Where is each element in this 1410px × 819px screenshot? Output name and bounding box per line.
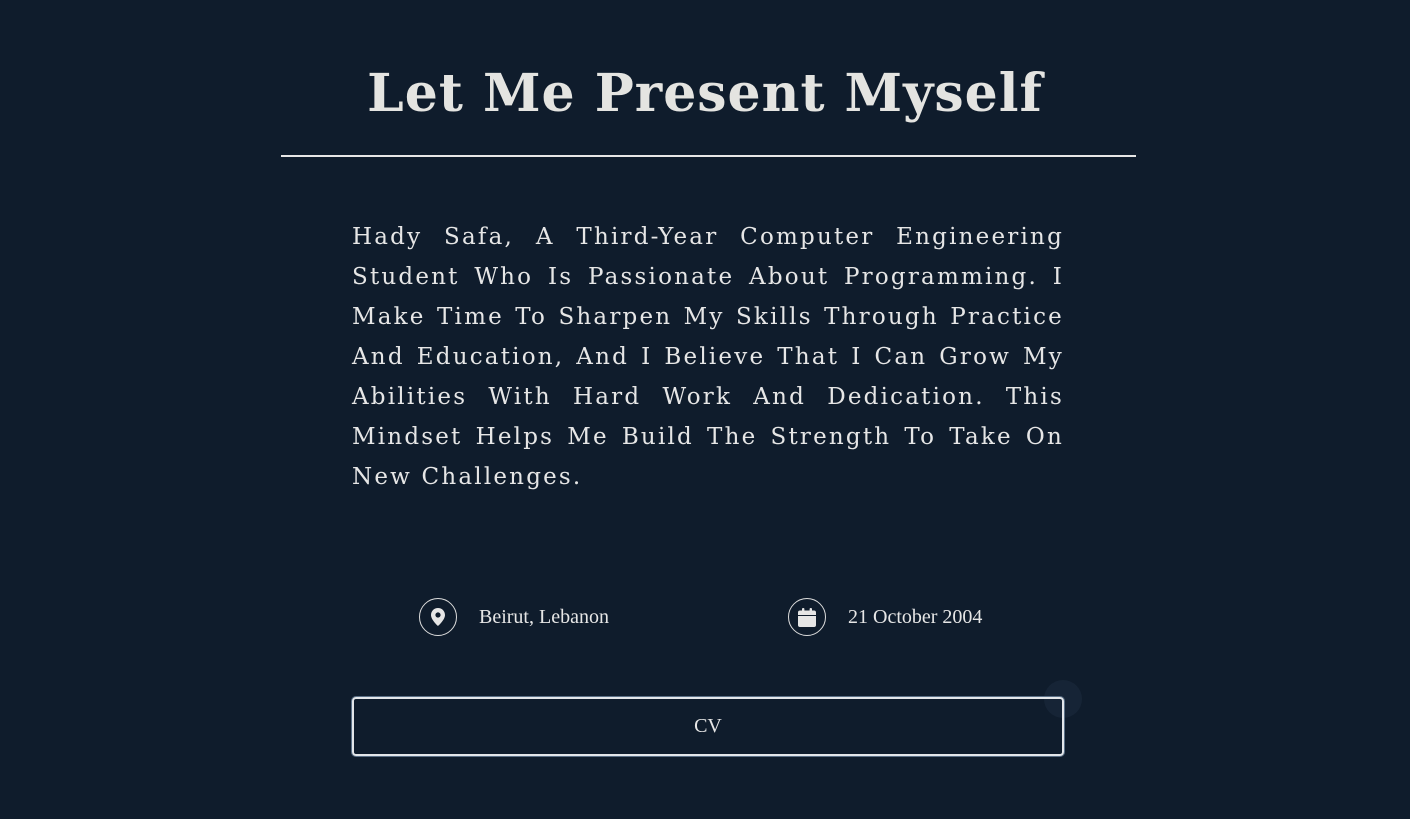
calendar-icon	[788, 598, 826, 636]
location-info: Beirut, Lebanon	[419, 597, 609, 637]
page-title: Let Me Present Myself	[367, 63, 1043, 124]
bio-paragraph: Hady Safa, A Third-Year Computer Enginee…	[352, 224, 1064, 490]
title-divider	[281, 155, 1136, 157]
birthday-text: 21 October 2004	[848, 605, 983, 628]
birthday-info: 21 October 2004	[788, 597, 982, 637]
location-text: Beirut, Lebanon	[479, 605, 609, 628]
map-pin-icon	[419, 598, 457, 636]
cv-button[interactable]: CV	[352, 697, 1064, 756]
